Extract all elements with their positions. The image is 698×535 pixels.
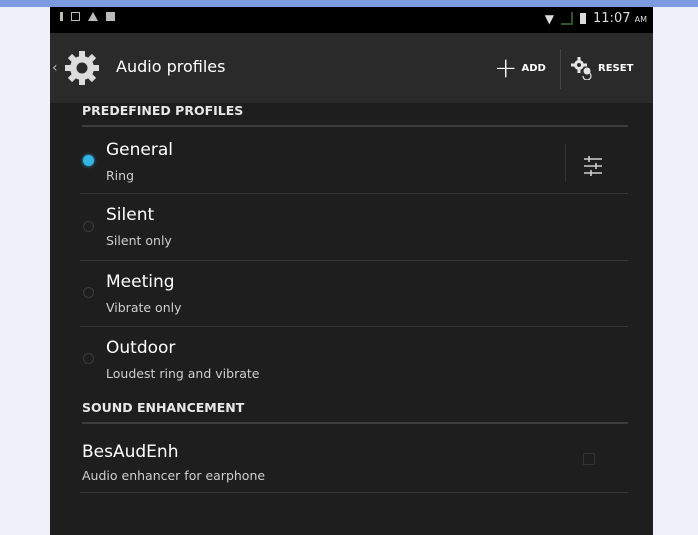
item-divider xyxy=(80,193,628,194)
reset-button-label: RESET xyxy=(598,62,634,74)
reset-button[interactable]: RESET xyxy=(570,53,633,83)
add-button-label: ADD xyxy=(521,62,546,74)
settings-divider xyxy=(565,144,566,182)
page-title: Audio profiles xyxy=(116,57,226,76)
profile-subtitle: Loudest ring and vibrate xyxy=(106,366,260,381)
section-header-predefined: PREDEFINED PROFILES xyxy=(82,103,244,118)
section-rule xyxy=(82,125,628,127)
profile-title: Silent xyxy=(106,205,155,225)
status-bar: ▼ 11:07 AM xyxy=(50,7,653,33)
clock: 11:07 AM xyxy=(593,11,647,26)
profile-subtitle: Ring xyxy=(106,168,135,183)
item-divider xyxy=(80,492,628,493)
radio-outdoor[interactable] xyxy=(83,353,94,364)
profile-title: Outdoor xyxy=(106,338,176,358)
equalizer-settings-icon[interactable] xyxy=(578,151,608,181)
profile-subtitle: Vibrate only xyxy=(106,300,182,315)
clock-time: 11:07 xyxy=(593,11,631,26)
add-button[interactable]: + ADD xyxy=(494,53,546,83)
radio-silent[interactable] xyxy=(83,221,94,232)
profile-subtitle: Silent only xyxy=(106,233,172,248)
setting-subtitle: Audio enhancer for earphone xyxy=(82,468,266,483)
wifi-icon: ▼ xyxy=(544,11,555,26)
section-rule xyxy=(82,422,628,424)
profile-title: Meeting xyxy=(106,272,175,292)
radio-meeting[interactable] xyxy=(83,287,94,298)
besaudenh-checkbox[interactable] xyxy=(583,453,595,465)
gears-reset-icon xyxy=(571,57,592,80)
signal-icon xyxy=(561,12,574,25)
warning-icon xyxy=(88,12,98,21)
action-divider xyxy=(560,49,561,89)
screenshot-notification-icon xyxy=(71,12,80,21)
gear-icon[interactable] xyxy=(62,48,102,88)
action-bar: ‹ Audio profiles + ADD RESET xyxy=(50,33,653,103)
notification-icon xyxy=(60,12,63,21)
back-chevron-icon[interactable]: ‹ xyxy=(52,60,58,76)
battery-icon xyxy=(580,13,587,24)
notification-icons xyxy=(60,12,115,21)
section-header-sound-enhancement: SOUND ENHANCEMENT xyxy=(82,400,245,415)
item-divider xyxy=(80,326,628,327)
image-notification-icon xyxy=(106,12,115,21)
system-icons: ▼ 11:07 AM xyxy=(545,11,647,26)
setting-title: BesAudEnh xyxy=(82,442,179,462)
clock-ampm: AM xyxy=(634,15,647,24)
window-top-accent xyxy=(0,0,698,7)
phone-screen: ▼ 11:07 AM ‹ Audio profiles + ADD RESET … xyxy=(50,7,653,535)
item-divider xyxy=(80,260,628,261)
profile-title: General xyxy=(106,140,173,160)
plus-icon: + xyxy=(494,51,518,84)
radio-general[interactable] xyxy=(83,155,94,166)
